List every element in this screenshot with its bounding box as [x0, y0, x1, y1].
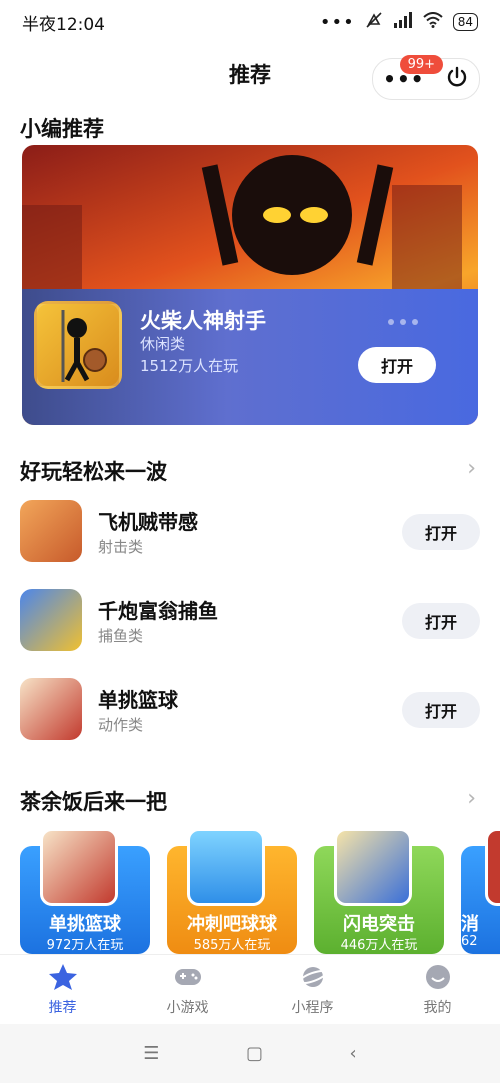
wifi-icon: [423, 11, 443, 33]
tab-recommend[interactable]: 推荐: [0, 955, 125, 1025]
featured-game-category: 休闲类: [140, 335, 186, 353]
open-button[interactable]: 打开: [402, 692, 480, 728]
game-icon-ball: [187, 828, 265, 906]
game-card-players: 62: [461, 934, 478, 949]
star-icon: [48, 964, 77, 990]
game-card-name: 消: [461, 914, 479, 935]
game-icon-basketball: [40, 828, 118, 906]
tab-mine[interactable]: 我的: [375, 955, 500, 1025]
game-card[interactable]: 闪电突击 446万人在玩: [314, 828, 444, 954]
home-icon[interactable]: ▢: [246, 1043, 263, 1064]
game-name: 飞机贼带感: [98, 510, 198, 534]
notification-badge: 99+: [399, 55, 443, 74]
game-category: 射击类: [98, 538, 144, 556]
game-card-name: 单挑篮球: [49, 914, 121, 935]
tab-bar: 推荐 小游戏 小程序 我的: [0, 954, 500, 1025]
battery-icon: 84: [452, 13, 478, 31]
game-card-players: 446万人在玩: [340, 938, 418, 953]
section-title-after-meal: 茶余饭后来一把: [20, 790, 167, 814]
game-name: 千炮富翁捕鱼: [98, 599, 218, 623]
list-item[interactable]: 飞机贼带感 射击类 打开: [20, 500, 480, 564]
banner-game-card: 火柴人神射手 休闲类 1512万人在玩 打开: [22, 289, 478, 425]
gamepad-icon: [174, 969, 201, 985]
section-title-featured: 小编推荐: [20, 117, 104, 141]
game-card-players: 972万人在玩: [46, 938, 124, 953]
tab-label: 小程序: [291, 1000, 334, 1016]
open-button[interactable]: 打开: [402, 514, 480, 550]
back-icon[interactable]: ‹: [350, 1043, 357, 1064]
section-title-easy: 好玩轻松来一波: [20, 460, 167, 484]
tab-label: 推荐: [48, 1000, 77, 1016]
game-name: 单挑篮球: [98, 688, 178, 712]
featured-game-players: 1512万人在玩: [140, 357, 239, 375]
game-category: 捕鱼类: [98, 627, 144, 645]
mute-icon: [365, 11, 383, 34]
game-icon-soldier: [334, 828, 412, 906]
chevron-right-icon[interactable]: ›: [467, 456, 476, 481]
featured-banner[interactable]: 火柴人神射手 休闲类 1512万人在玩 打开: [22, 145, 478, 425]
mini-program-capsule: ••• 99+: [372, 55, 480, 100]
system-nav-bar: ☰ ▢ ‹: [0, 1024, 500, 1083]
game-card-name: 闪电突击: [343, 914, 415, 935]
game-icon-basketball: [20, 678, 82, 740]
smiley-icon: [425, 965, 450, 989]
planet-icon: [298, 967, 327, 987]
banner-pager-dots: [388, 319, 418, 325]
featured-game-name: 火柴人神射手: [140, 309, 266, 333]
game-card[interactable]: 冲刺吧球球 585万人在玩: [167, 828, 297, 954]
game-card[interactable]: 单挑篮球 972万人在玩: [20, 828, 150, 954]
tab-mini-games[interactable]: 小游戏: [125, 955, 250, 1025]
game-category: 动作类: [98, 716, 144, 734]
more-notifications-icon: •••: [319, 11, 355, 33]
tab-label: 小游戏: [166, 1000, 209, 1016]
featured-open-button[interactable]: 打开: [358, 347, 436, 383]
top-bar: 推荐 ••• 99+: [0, 44, 500, 102]
status-icons: ••• 84: [320, 11, 478, 34]
status-time: 半夜12:04: [22, 14, 105, 35]
chevron-right-icon[interactable]: ›: [467, 786, 476, 811]
list-item[interactable]: 千炮富翁捕鱼 捕鱼类 打开: [20, 589, 480, 653]
game-icon-plane: [20, 500, 82, 562]
game-icon-partial: [485, 828, 500, 906]
open-button[interactable]: 打开: [402, 603, 480, 639]
status-bar: 半夜12:04 ••• 84: [0, 0, 500, 44]
list-item[interactable]: 单挑篮球 动作类 打开: [20, 678, 480, 742]
game-card-players: 585万人在玩: [193, 938, 271, 953]
signal-icon: [393, 11, 413, 33]
game-icon-stickman: [34, 301, 122, 389]
tab-label: 我的: [423, 1000, 452, 1016]
tab-mini-programs[interactable]: 小程序: [250, 955, 375, 1025]
game-card[interactable]: 消 62: [461, 828, 500, 954]
game-card-name: 冲刺吧球球: [187, 914, 277, 935]
power-button[interactable]: [445, 65, 469, 93]
menu-icon[interactable]: ☰: [143, 1043, 159, 1064]
game-icon-fishing: [20, 589, 82, 651]
